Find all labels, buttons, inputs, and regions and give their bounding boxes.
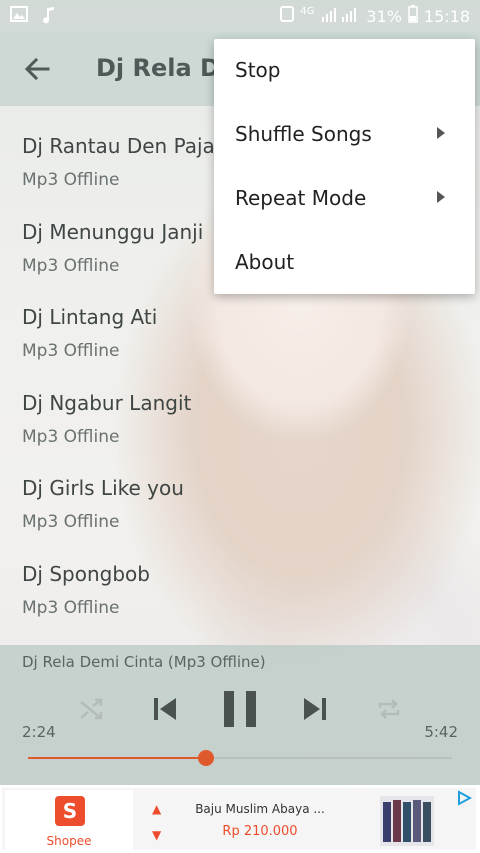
clock: 15:18 xyxy=(423,6,470,26)
song-title: Dj Lintang Ati xyxy=(22,305,158,329)
total-duration: 5:42 xyxy=(424,723,458,741)
seek-bar-progress xyxy=(28,757,207,759)
skip-next-icon[interactable] xyxy=(302,696,328,726)
pause-icon[interactable] xyxy=(223,690,257,732)
menu-item-label: Stop xyxy=(235,58,281,82)
repeat-icon[interactable] xyxy=(376,696,402,726)
song-list-item[interactable]: Dj Spongbob Mp3 Offline xyxy=(0,534,480,620)
sim-card-icon xyxy=(280,6,295,27)
ad-brand-label: Shopee xyxy=(46,834,92,848)
ad-product-price: Rp 210.000 xyxy=(222,824,298,839)
song-list-item[interactable]: Dj Ngabur Langit Mp3 Offline xyxy=(0,363,480,449)
battery-icon xyxy=(408,5,418,28)
menu-item-shuffle-songs[interactable]: Shuffle Songs xyxy=(214,103,475,167)
network-type-label: 4G xyxy=(300,6,315,17)
music-note-icon xyxy=(42,6,56,29)
battery-percent: 31% xyxy=(366,6,402,26)
back-arrow-icon[interactable] xyxy=(22,54,52,84)
shopee-logo[interactable]: S Shopee xyxy=(5,790,133,852)
submenu-arrow-icon xyxy=(437,191,445,203)
song-subtitle: Mp3 Offline xyxy=(22,426,120,447)
elapsed-time: 2:24 xyxy=(22,723,56,741)
ad-product-name: Baju Muslim Abaya ... xyxy=(195,802,325,816)
seek-bar-thumb[interactable] xyxy=(198,750,215,766)
song-subtitle: Mp3 Offline xyxy=(22,170,120,190)
song-title: Dj Ngabur Langit xyxy=(22,390,192,415)
song-title: Dj Rantau Den Pajau xyxy=(22,134,228,158)
ad-product-image[interactable] xyxy=(380,796,434,846)
seek-bar[interactable] xyxy=(28,750,452,766)
shuffle-icon[interactable] xyxy=(78,696,104,726)
ad-content: S Shopee ▲ ▼ Baju Muslim Abaya ... Rp 210… xyxy=(2,788,476,852)
song-title: Dj Menunggu Janji xyxy=(22,219,204,244)
menu-item-repeat-mode[interactable]: Repeat Mode xyxy=(214,167,475,231)
skip-previous-icon[interactable] xyxy=(152,696,178,726)
adchoices-icon[interactable] xyxy=(456,790,473,806)
menu-item-label: Shuffle Songs xyxy=(235,122,372,146)
menu-item-stop[interactable]: Stop xyxy=(214,39,475,103)
submenu-arrow-icon xyxy=(437,127,445,139)
signal-icon xyxy=(320,5,360,28)
song-subtitle: Mp3 Offline xyxy=(22,255,120,276)
song-subtitle: Mp3 Offline xyxy=(22,597,120,618)
ad-nav-arrows-icon[interactable]: ▲ ▼ xyxy=(152,796,161,848)
shopping-bag-icon: S xyxy=(55,796,85,826)
player-panel: Dj Rela Demi Cinta (Mp3 Offline) 2:24 5:… xyxy=(0,645,480,785)
now-playing-title: Dj Rela Demi Cinta (Mp3 Offline) xyxy=(22,653,266,671)
song-list-item[interactable]: Dj Girls Like you Mp3 Offline xyxy=(0,448,480,534)
song-title: Dj Spongbob xyxy=(22,561,150,586)
song-subtitle: Mp3 Offline xyxy=(22,512,120,532)
menu-item-about[interactable]: About xyxy=(214,231,475,295)
song-title: Dj Girls Like you xyxy=(22,476,184,500)
overflow-menu: Stop Shuffle Songs Repeat Mode About xyxy=(214,39,475,294)
song-subtitle: Mp3 Offline xyxy=(22,341,120,361)
gallery-icon xyxy=(10,6,28,29)
ad-banner[interactable]: S Shopee ▲ ▼ Baju Muslim Abaya ... Rp 210… xyxy=(0,785,480,853)
menu-item-label: Repeat Mode xyxy=(235,186,367,210)
menu-item-label: About xyxy=(235,250,295,274)
status-bar: 4G 31% 15:18 xyxy=(0,0,480,32)
